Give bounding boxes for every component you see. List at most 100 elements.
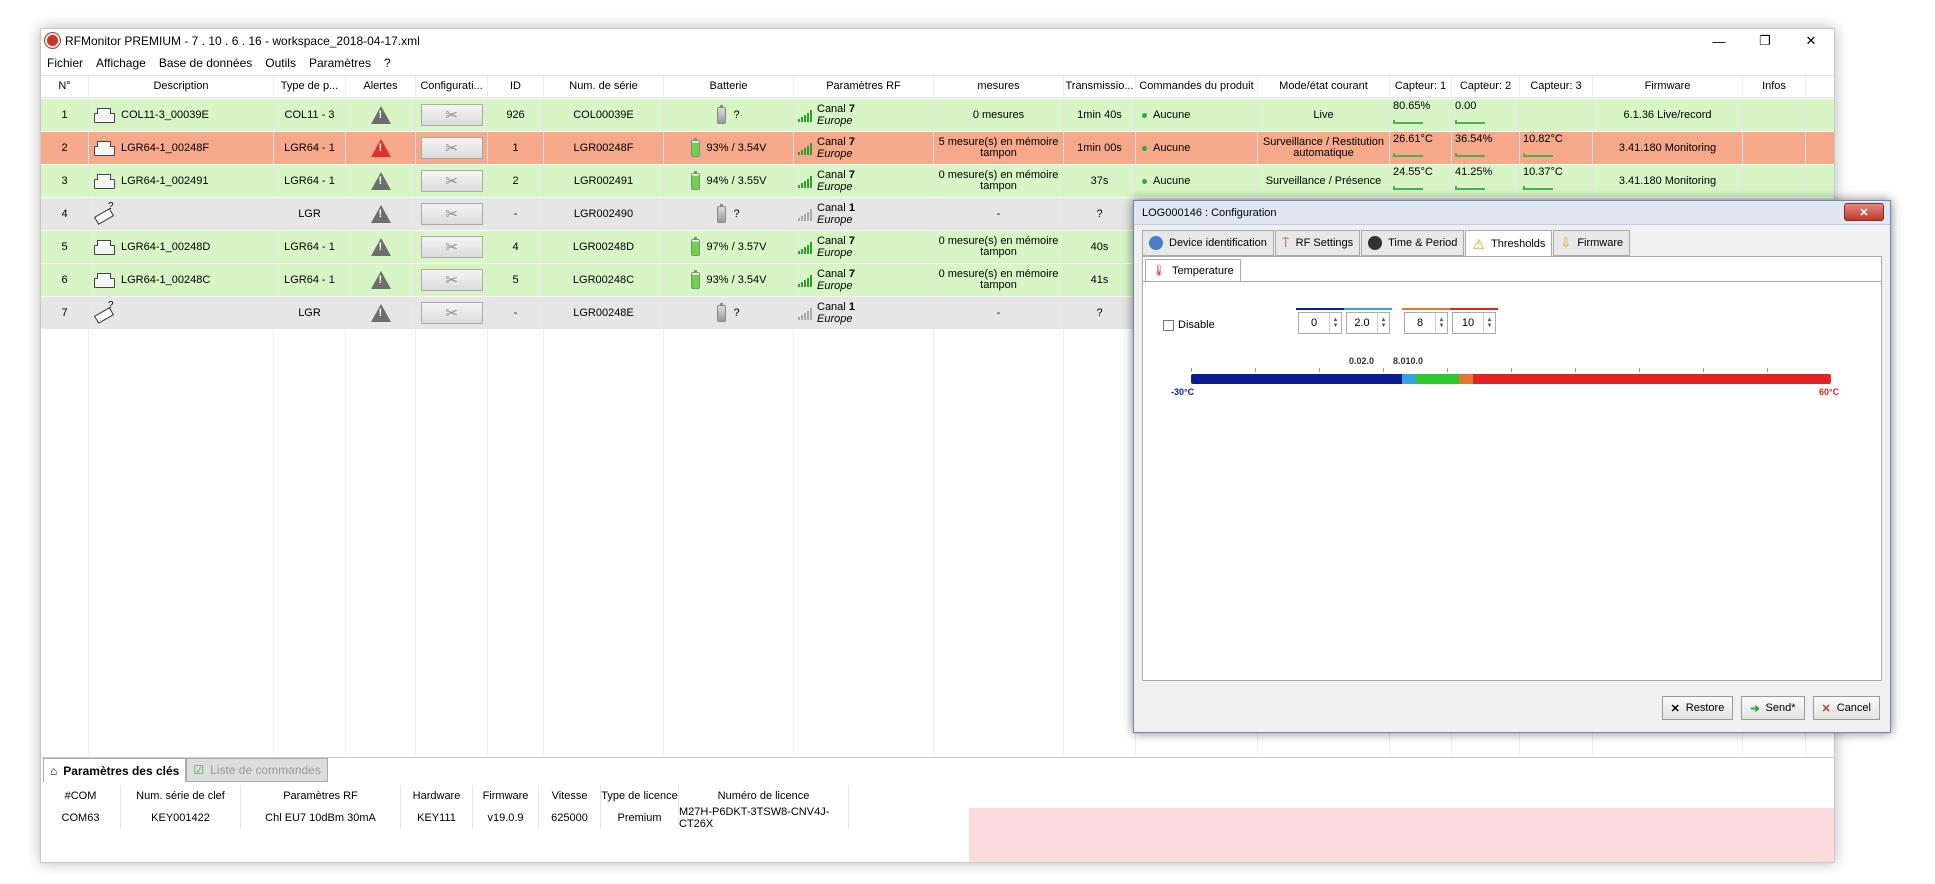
alert-icon[interactable]	[370, 238, 391, 256]
column-header[interactable]: #COM	[41, 785, 121, 807]
column-header[interactable]: Firmware	[1593, 76, 1743, 97]
threshold-scale-bar	[1191, 374, 1831, 384]
alert-icon[interactable]	[370, 106, 391, 124]
column-header[interactable]: Firmware	[473, 785, 539, 807]
configure-button[interactable]: ✂	[420, 104, 483, 126]
minimize-button[interactable]: —	[1696, 29, 1742, 53]
table-cell: 2	[488, 165, 544, 197]
table-row[interactable]: 3 LGR64-1_002491 LGR64 - 1 ✂ 2 LGR002491 94% /…	[41, 165, 1834, 198]
table-cell: 3	[41, 165, 89, 197]
configure-button[interactable]: ✂	[420, 236, 483, 258]
rf-parameters: Canal 1 Europe	[817, 301, 855, 325]
column-header[interactable]: ID	[488, 76, 544, 97]
column-header[interactable]: Transmissio...	[1064, 76, 1136, 97]
column-header[interactable]: Description	[89, 76, 274, 97]
tools-icon: ✂	[445, 172, 458, 190]
table-cell: ✂	[416, 231, 488, 263]
table-cell: 0.00	[1452, 99, 1520, 131]
menu-bar: Fichier Affichage Base de données Outils…	[41, 53, 1834, 73]
transmission: 41s	[1090, 273, 1109, 286]
table-cell: 0 mesure(s) en mémoire tampon	[934, 231, 1064, 263]
sensor-sparkline	[1523, 186, 1553, 190]
threshold-low-low-stepper[interactable]: 0 ▲ ▼	[1298, 312, 1342, 334]
send-button[interactable]: ➔ Send*	[1741, 696, 1805, 720]
table-row[interactable]: 2 LGR64-1_00248F LGR64 - 1 ✂ 1 LGR00248F 93% /…	[41, 132, 1834, 165]
menu-outils[interactable]: Outils	[265, 56, 296, 70]
rf-parameters: Canal 7 Europe	[817, 103, 855, 127]
column-header[interactable]: N°	[41, 76, 89, 97]
configure-button[interactable]: ✂	[420, 203, 483, 225]
column-header[interactable]: Type de p...	[274, 76, 346, 97]
sensor-value: 41.25%	[1455, 166, 1493, 178]
restore-button[interactable]: ✕ Restore	[1661, 696, 1734, 720]
thermometer-icon: 🌡	[1152, 265, 1166, 277]
configure-button[interactable]: ✂	[420, 269, 483, 291]
canal-label: Canal	[817, 268, 846, 280]
dialog-close-button[interactable]: ✕	[1844, 203, 1884, 221]
measures: 0 mesures	[972, 108, 1025, 121]
column-header[interactable]: Num. de série	[544, 76, 664, 97]
column-header[interactable]: Paramètres RF	[241, 785, 401, 807]
configure-button[interactable]: ✂	[420, 137, 483, 159]
restore-button[interactable]: ❐	[1742, 29, 1788, 53]
menu-affichage[interactable]: Affichage	[96, 56, 146, 70]
threshold-low-stepper[interactable]: 2.0 ▲ ▼	[1346, 312, 1390, 334]
column-header[interactable]: Capteur: 3	[1520, 76, 1593, 97]
sensor-value: 80.65%	[1393, 100, 1431, 112]
menu-parametres[interactable]: Paramètres	[309, 56, 371, 70]
column-header[interactable]: Mode/état courant	[1258, 76, 1390, 97]
column-header[interactable]: mesures	[934, 76, 1064, 97]
menu-base-de-donnees[interactable]: Base de données	[159, 56, 252, 70]
checkbox-box[interactable]	[1163, 319, 1174, 331]
table-cell: 926	[488, 99, 544, 131]
column-header[interactable]: Alertes	[346, 76, 416, 97]
table-cell: -	[934, 297, 1064, 329]
tab-time-period[interactable]: Time & Period	[1361, 230, 1465, 256]
rf-parameters: Canal 7 Europe	[817, 235, 855, 259]
column-header[interactable]: Batterie	[664, 76, 794, 97]
tab-thresholds[interactable]: ⚠ Thresholds	[1465, 230, 1553, 258]
column-header[interactable]: Vitesse	[539, 785, 601, 807]
tab-device-identification[interactable]: Device identification	[1142, 230, 1274, 256]
column-header[interactable]: Type de licence	[601, 785, 679, 807]
table-cell: 10.82°C	[1520, 132, 1593, 164]
tab-firmware[interactable]: ⇩ Firmware	[1553, 230, 1631, 256]
table-cell	[1743, 165, 1806, 197]
threshold-high-stepper[interactable]: 8 ▲ ▼	[1404, 312, 1448, 334]
configure-button[interactable]: ✂	[420, 170, 483, 192]
column-header[interactable]: Capteur: 2	[1452, 76, 1520, 97]
disable-checkbox[interactable]: Disable	[1163, 319, 1215, 331]
table-cell: 1min 40s	[1064, 99, 1136, 131]
column-header[interactable]: Paramètres RF	[794, 76, 934, 97]
alert-icon[interactable]	[370, 304, 391, 322]
close-button[interactable]: ✕	[1788, 29, 1834, 53]
table-cell: Aucune	[1136, 99, 1258, 131]
menu-help[interactable]: ?	[384, 56, 391, 70]
column-header[interactable]: Commandes du produit	[1136, 76, 1258, 97]
column-header[interactable]: Hardware	[401, 785, 473, 807]
alert-icon[interactable]	[370, 205, 391, 223]
threshold-high-high-stepper[interactable]: 10 ▲ ▼	[1452, 312, 1496, 334]
table-row[interactable]: COM63 KEY001422 Chl EU7 10dBm 30mA KEY111 v1…	[41, 806, 961, 830]
tab-liste-de-commandes[interactable]: ☑ Liste de commandes	[186, 758, 328, 782]
menu-fichier[interactable]: Fichier	[47, 56, 83, 70]
column-header[interactable]: Capteur: 1	[1390, 76, 1452, 97]
column-header[interactable]: Num. série de clef	[121, 785, 241, 807]
table-cell: -	[488, 297, 544, 329]
cancel-button[interactable]: ✕ Cancel	[1812, 696, 1880, 720]
alert-icon[interactable]	[370, 172, 391, 190]
tab-temperature[interactable]: 🌡 Temperature	[1145, 259, 1241, 281]
tab-rf-settings[interactable]: ⍑ RF Settings	[1274, 230, 1361, 256]
table-cell: Aucune	[1136, 132, 1258, 164]
table-row[interactable]: 1 COL11-3_00039E COL11 - 3 ✂ 926 COL00039E? Ca…	[41, 99, 1834, 132]
alert-icon[interactable]	[370, 271, 391, 289]
alert-icon[interactable]	[370, 139, 391, 157]
disable-label: Disable	[1178, 319, 1215, 331]
tab-parametres-des-cles[interactable]: ⌂ Paramètres des clés	[43, 758, 187, 782]
column-header[interactable]: Infos	[1743, 76, 1806, 97]
column-header[interactable]: Configurati...	[416, 76, 488, 97]
sensor-value: 26.61°C	[1393, 133, 1433, 145]
column-header[interactable]: Numéro de licence	[679, 785, 849, 807]
battery-level: ?	[733, 306, 740, 319]
configure-button[interactable]: ✂	[420, 302, 483, 324]
